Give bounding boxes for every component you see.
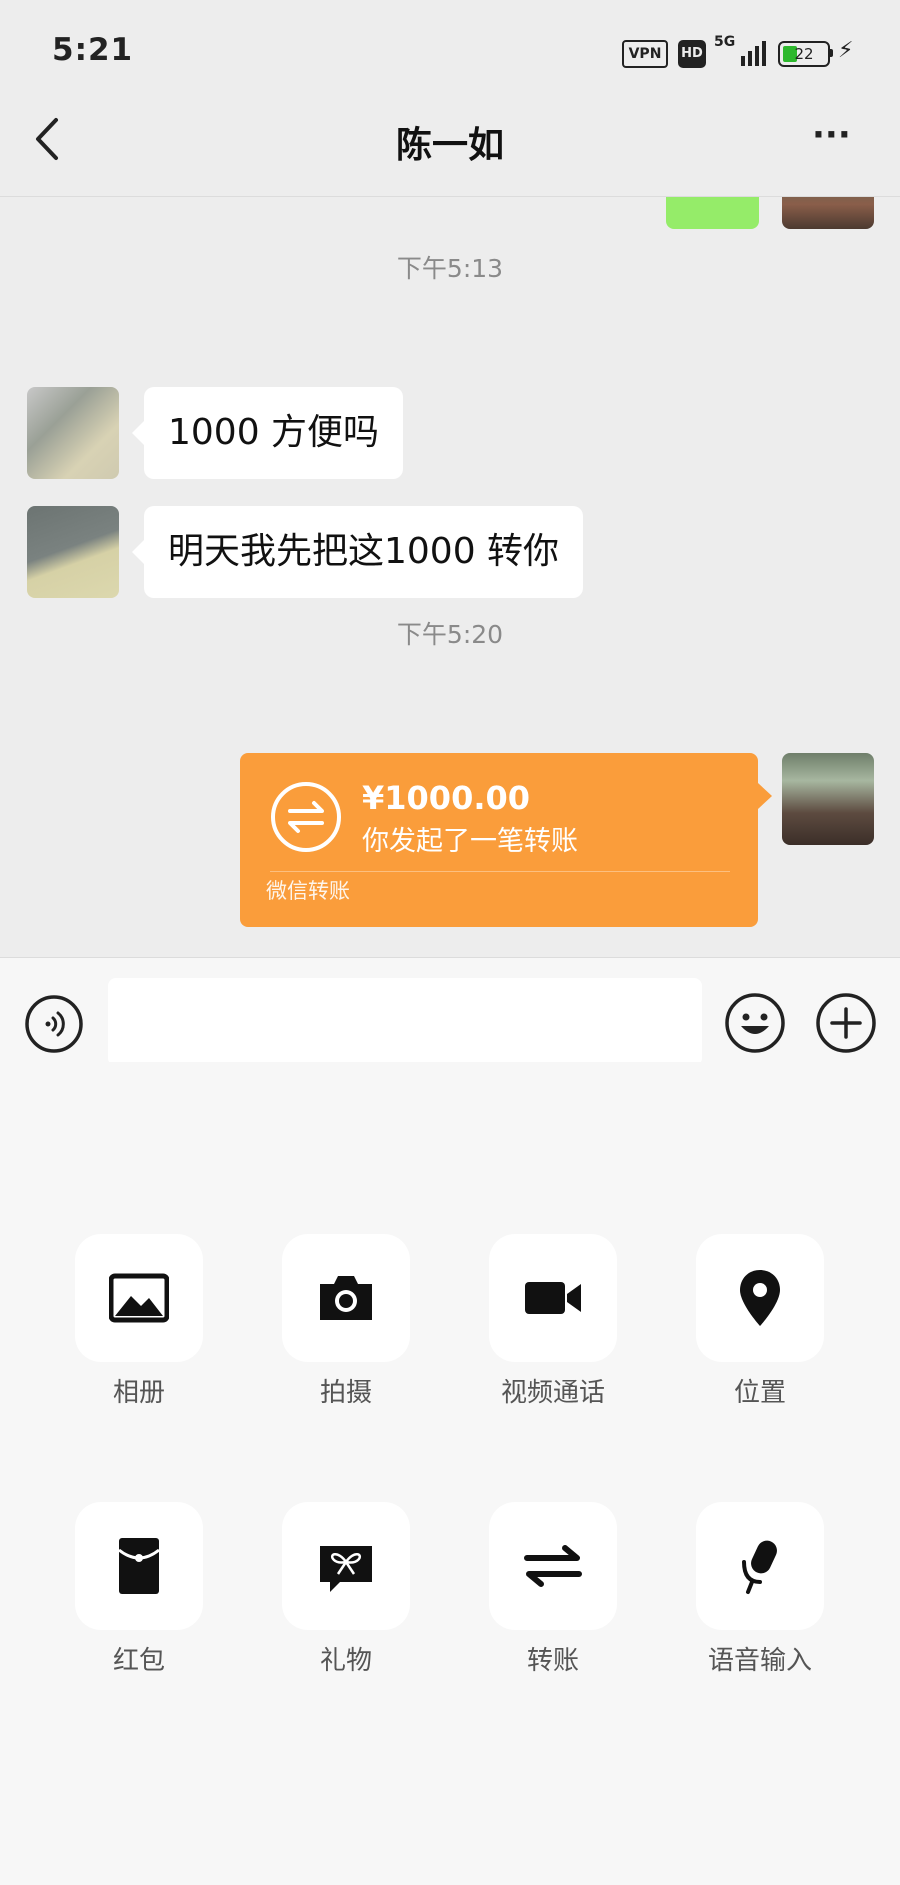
video-call-label: 视频通话 [500, 1378, 605, 1408]
message-timestamp: 下午5:13 [396, 254, 504, 283]
gift-icon [320, 1546, 372, 1592]
emoji-button[interactable] [724, 992, 786, 1054]
my-avatar[interactable] [782, 197, 874, 229]
hd-indicator: HD [678, 40, 706, 68]
message-timestamp: 下午5:20 [396, 620, 504, 649]
transfer-icon [271, 782, 341, 852]
received-message-bubble[interactable]: 明天我先把这1000 转你 [131, 506, 584, 598]
battery-icon: 22 [778, 41, 830, 67]
my-avatar[interactable] [782, 753, 874, 845]
input-bar [0, 957, 900, 1066]
status-bar: 5:21 VPN HD 5G 22 ⚡ [0, 0, 900, 90]
voice-mode-button[interactable] [24, 994, 84, 1054]
contact-avatar[interactable] [27, 506, 119, 598]
transfer-button[interactable] [489, 1502, 617, 1630]
transfer-icon [524, 1545, 582, 1587]
red-packet-icon [118, 1538, 160, 1594]
album-label: 相册 [112, 1378, 165, 1408]
voice-input-button[interactable] [696, 1502, 824, 1630]
gift-button[interactable] [282, 1502, 410, 1630]
vpn-indicator: VPN [622, 40, 668, 68]
more-options-button[interactable]: ··· [812, 118, 862, 160]
location-label: 位置 [733, 1378, 786, 1408]
album-icon [109, 1273, 169, 1323]
transfer-footer: 微信转账 [266, 879, 350, 903]
transfer-card[interactable]: ¥1000.00 你发起了一笔转账 微信转账 [240, 753, 772, 927]
chat-header: 陈一如 ··· [0, 90, 900, 197]
transfer-divider [270, 871, 730, 872]
camera-label: 拍摄 [319, 1378, 372, 1408]
transfer-label: 转账 [526, 1646, 579, 1676]
more-functions-button[interactable] [815, 992, 877, 1054]
transfer-description: 你发起了一笔转账 [362, 826, 578, 857]
message-input[interactable] [108, 978, 702, 1066]
network-type: 5G [714, 34, 736, 50]
microphone-icon [742, 1540, 777, 1594]
chat-title: 陈一如 [395, 125, 504, 166]
function-panel: 相册 拍摄 视频通话 位置 红包 礼物 转账 语音输入 [0, 1062, 900, 1885]
signal-icon [741, 41, 766, 66]
video-call-icon [525, 1282, 581, 1314]
sent-message-bubble[interactable] [666, 197, 759, 229]
red-packet-label: 红包 [112, 1646, 165, 1676]
charging-icon: ⚡ [838, 38, 854, 63]
red-packet-button[interactable] [75, 1502, 203, 1630]
video-call-button[interactable] [489, 1234, 617, 1362]
status-time: 5:21 [52, 32, 134, 68]
contact-avatar[interactable] [27, 387, 119, 479]
transfer-amount: ¥1000.00 [362, 779, 531, 817]
voice-input-label: 语音输入 [707, 1646, 812, 1676]
location-button[interactable] [696, 1234, 824, 1362]
message-list[interactable]: 下午5:13 1000 方便吗 明天我先把这1000 转你 下午5:20 ¥10… [0, 197, 900, 958]
album-button[interactable] [75, 1234, 203, 1362]
camera-icon [320, 1276, 372, 1320]
gift-label: 礼物 [319, 1646, 372, 1676]
received-message-bubble[interactable]: 1000 方便吗 [131, 387, 404, 479]
battery-tip [829, 49, 833, 57]
location-icon [740, 1270, 780, 1326]
battery-percent: 22 [794, 45, 814, 63]
camera-button[interactable] [282, 1234, 410, 1362]
